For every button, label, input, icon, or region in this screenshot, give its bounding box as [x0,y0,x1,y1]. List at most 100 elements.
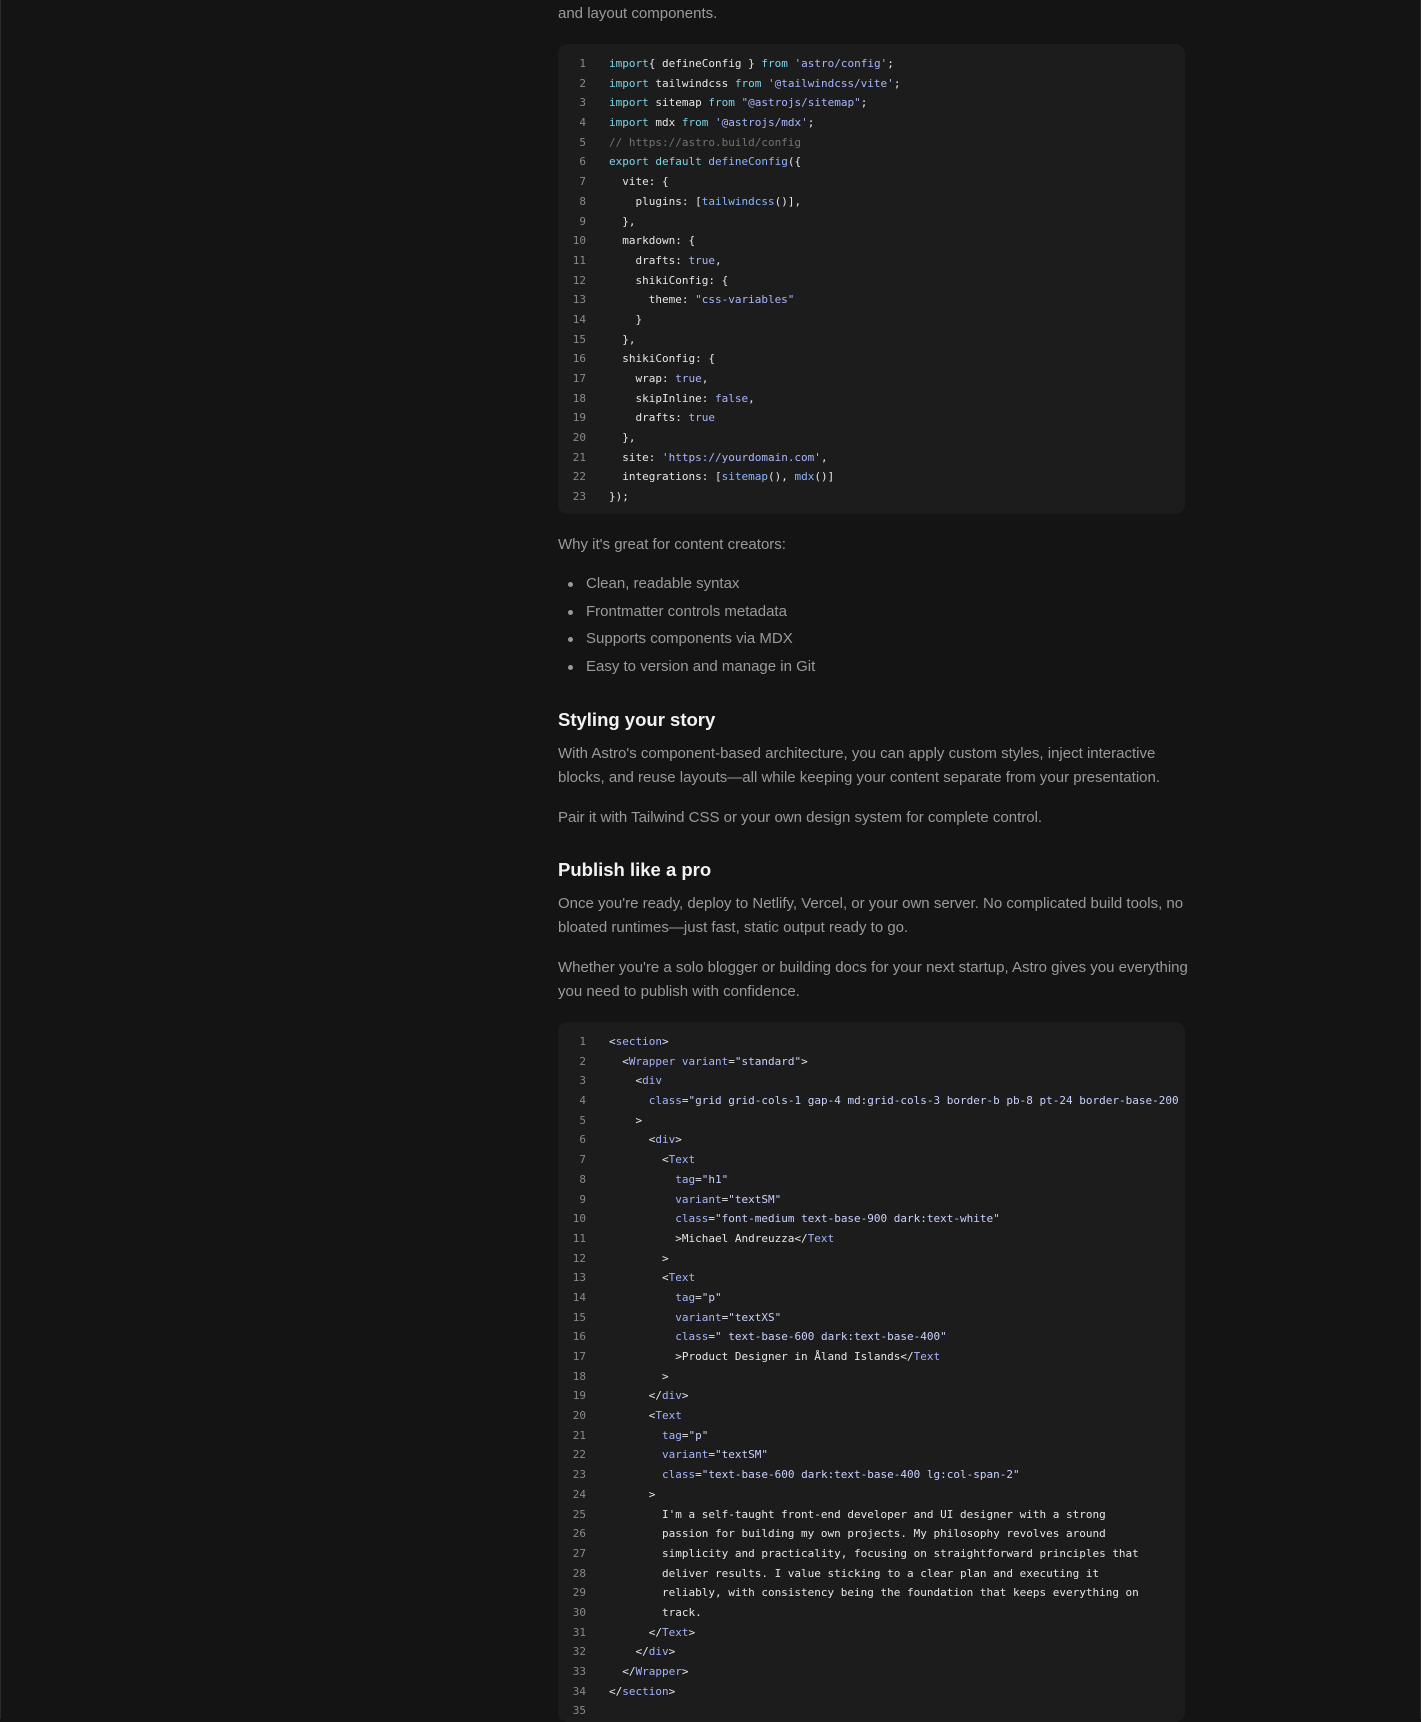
line-number: 26 [572,1527,586,1541]
code-text: skipInline: false, [609,391,755,405]
styling-paragraph-1-line-2: blocks, and reuse layouts—all while keep… [558,769,1160,786]
code-text: > [609,1113,643,1127]
code-line: 10 class="font-medium text-base-900 dark… [558,1209,1185,1229]
code-line: 11 >Michael Andreuzza</Text [558,1229,1185,1249]
code-text: wrap: true, [609,372,709,385]
code-line: 2 <Wrapper variant="standard"> [558,1052,1185,1072]
line-number: 24 [572,1487,586,1501]
line-number: 9 [579,1192,586,1206]
code-line: 13 <Text [558,1268,1185,1288]
code-text: import tailwindcss from '@tailwindcss/vi… [609,76,901,90]
code-text: shikiConfig: { [609,352,715,366]
code-line: 23 class="text-base-600 dark:text-base-4… [558,1465,1185,1485]
code-text: class=" text-base-600 dark:text-base-400… [675,1330,947,1344]
line-number: 12 [572,1251,586,1265]
line-number: 13 [572,1271,586,1285]
line-number: 4 [579,1094,586,1108]
styling-paragraph-2: Pair it with Tailwind CSS or your own de… [558,809,1043,826]
code-text: shikiConfig: { [609,273,729,287]
intro-tail-text: and layout components. [558,5,718,22]
code-line: 19 </div> [558,1386,1185,1406]
benefit-list-item: Clean, readable syntax [558,570,815,598]
code-text: I'm a self-taught front-end developer an… [609,1507,1106,1521]
why-heading-text: Why it's great for content creators: [558,536,786,553]
code-text: // https://astro.build/config [609,135,802,149]
code-line: 8 plugins: [tailwindcss()], [558,192,1185,212]
line-number: 18 [572,391,586,405]
line-number: 23 [572,1468,586,1482]
code-line: 19 drafts: true [558,408,1185,428]
publish-paragraph-2-line-1: Whether you're a solo blogger or buildin… [558,959,1188,976]
code-text: site: 'https://yourdomain.com', [609,450,828,464]
astro-config-code-block: 1 import{ defineConfig } from 'astro/conf… [558,44,1185,514]
code-line: 32 </div> [558,1642,1185,1662]
code-text: vite: { [609,175,669,189]
line-number: 2 [579,76,586,90]
publish-paragraph-2-line-2: you need to publish with confidence. [558,983,800,1000]
code-line: 33 </Wrapper> [558,1662,1185,1682]
code-line: 5 // https://astro.build/config [558,133,1185,153]
code-line: 17 wrap: true, [558,369,1185,389]
line-number: 15 [572,1310,586,1324]
code-line: 12 shikiConfig: { [558,271,1185,291]
code-line: 24 > [558,1485,1185,1505]
line-number: 29 [572,1586,586,1600]
code-text: </Wrapper> [609,1665,689,1678]
code-text: >Product Designer in Åland Islands</Text [609,1350,941,1363]
code-line: 20 <Text [558,1406,1185,1426]
code-line: 3 import sitemap from "@astrojs/sitemap"; [558,93,1185,113]
code-text: deliver results. I value sticking to a c… [609,1566,1100,1580]
section-component-code-block: 1 <section> 2 <Wrapper variant="standard">… [558,1022,1185,1722]
code-text: <div> [609,1133,682,1147]
code-line: 22 integrations: [sitemap(), mdx()] [558,467,1185,487]
code-text: </Text> [609,1625,696,1639]
code-line: 15 variant="textXS" [558,1308,1185,1328]
code-line: 29 reliably, with consistency being the … [558,1583,1185,1603]
line-number: 12 [572,273,586,287]
line-number: 14 [572,1290,586,1304]
code-text: <section> [609,1035,669,1048]
code-line: 3 <div [558,1071,1185,1091]
line-number: 11 [572,253,586,267]
code-line: 10 markdown: { [558,231,1185,251]
code-line: 21 tag="p" [558,1426,1185,1446]
code-line: 12 > [558,1249,1185,1269]
code-text: theme: "css-variables" [609,293,795,307]
code-text: </section> [609,1684,676,1698]
line-number: 16 [572,1330,586,1344]
code-text: variant="textSM" [661,1448,768,1462]
line-number: 30 [572,1605,586,1619]
code-line: 7 vite: { [558,172,1185,192]
styling-heading: Styling your story [558,709,716,730]
code-line: 14 } [558,310,1185,330]
code-line: 22 variant="textSM" [558,1445,1185,1465]
code-line: 23}); [558,487,1185,507]
code-line: 8 tag="h1" [558,1170,1185,1190]
publish-paragraph-1-line-1: Once you're ready, deploy to Netlify, Ve… [558,895,1184,912]
line-number: 10 [572,1212,586,1226]
line-number: 27 [572,1546,586,1560]
code-line: 26 passion for building my own projects.… [558,1524,1185,1544]
code-line: 18 skipInline: false, [558,389,1185,409]
line-number: 21 [572,450,586,464]
line-number: 6 [579,1133,586,1147]
code-text: plugins: [tailwindcss()], [609,194,802,208]
code-text: drafts: true, [609,253,722,267]
line-number: 34 [572,1684,586,1698]
line-number: 20 [572,431,586,445]
line-number: 7 [579,1153,586,1167]
code-text: reliably, with consistency being the fou… [609,1586,1139,1600]
line-number: 8 [579,194,586,208]
code-text: }, [609,214,636,228]
code-line: 6 <div> [558,1130,1185,1150]
code-text: import sitemap from "@astrojs/sitemap"; [609,96,868,110]
line-number: 17 [572,372,586,385]
line-number: 5 [579,1113,586,1127]
line-number: 9 [579,214,586,228]
code-text: <Text [609,1153,696,1167]
code-text: class="font-medium text-base-900 dark:te… [675,1212,1000,1226]
line-number: 10 [572,234,586,248]
page-frame: and layout components. 1 import{ defineCo… [0,0,1421,1722]
code-line: 1 <section> [558,1032,1185,1052]
code-line: 9 variant="textSM" [558,1190,1185,1210]
